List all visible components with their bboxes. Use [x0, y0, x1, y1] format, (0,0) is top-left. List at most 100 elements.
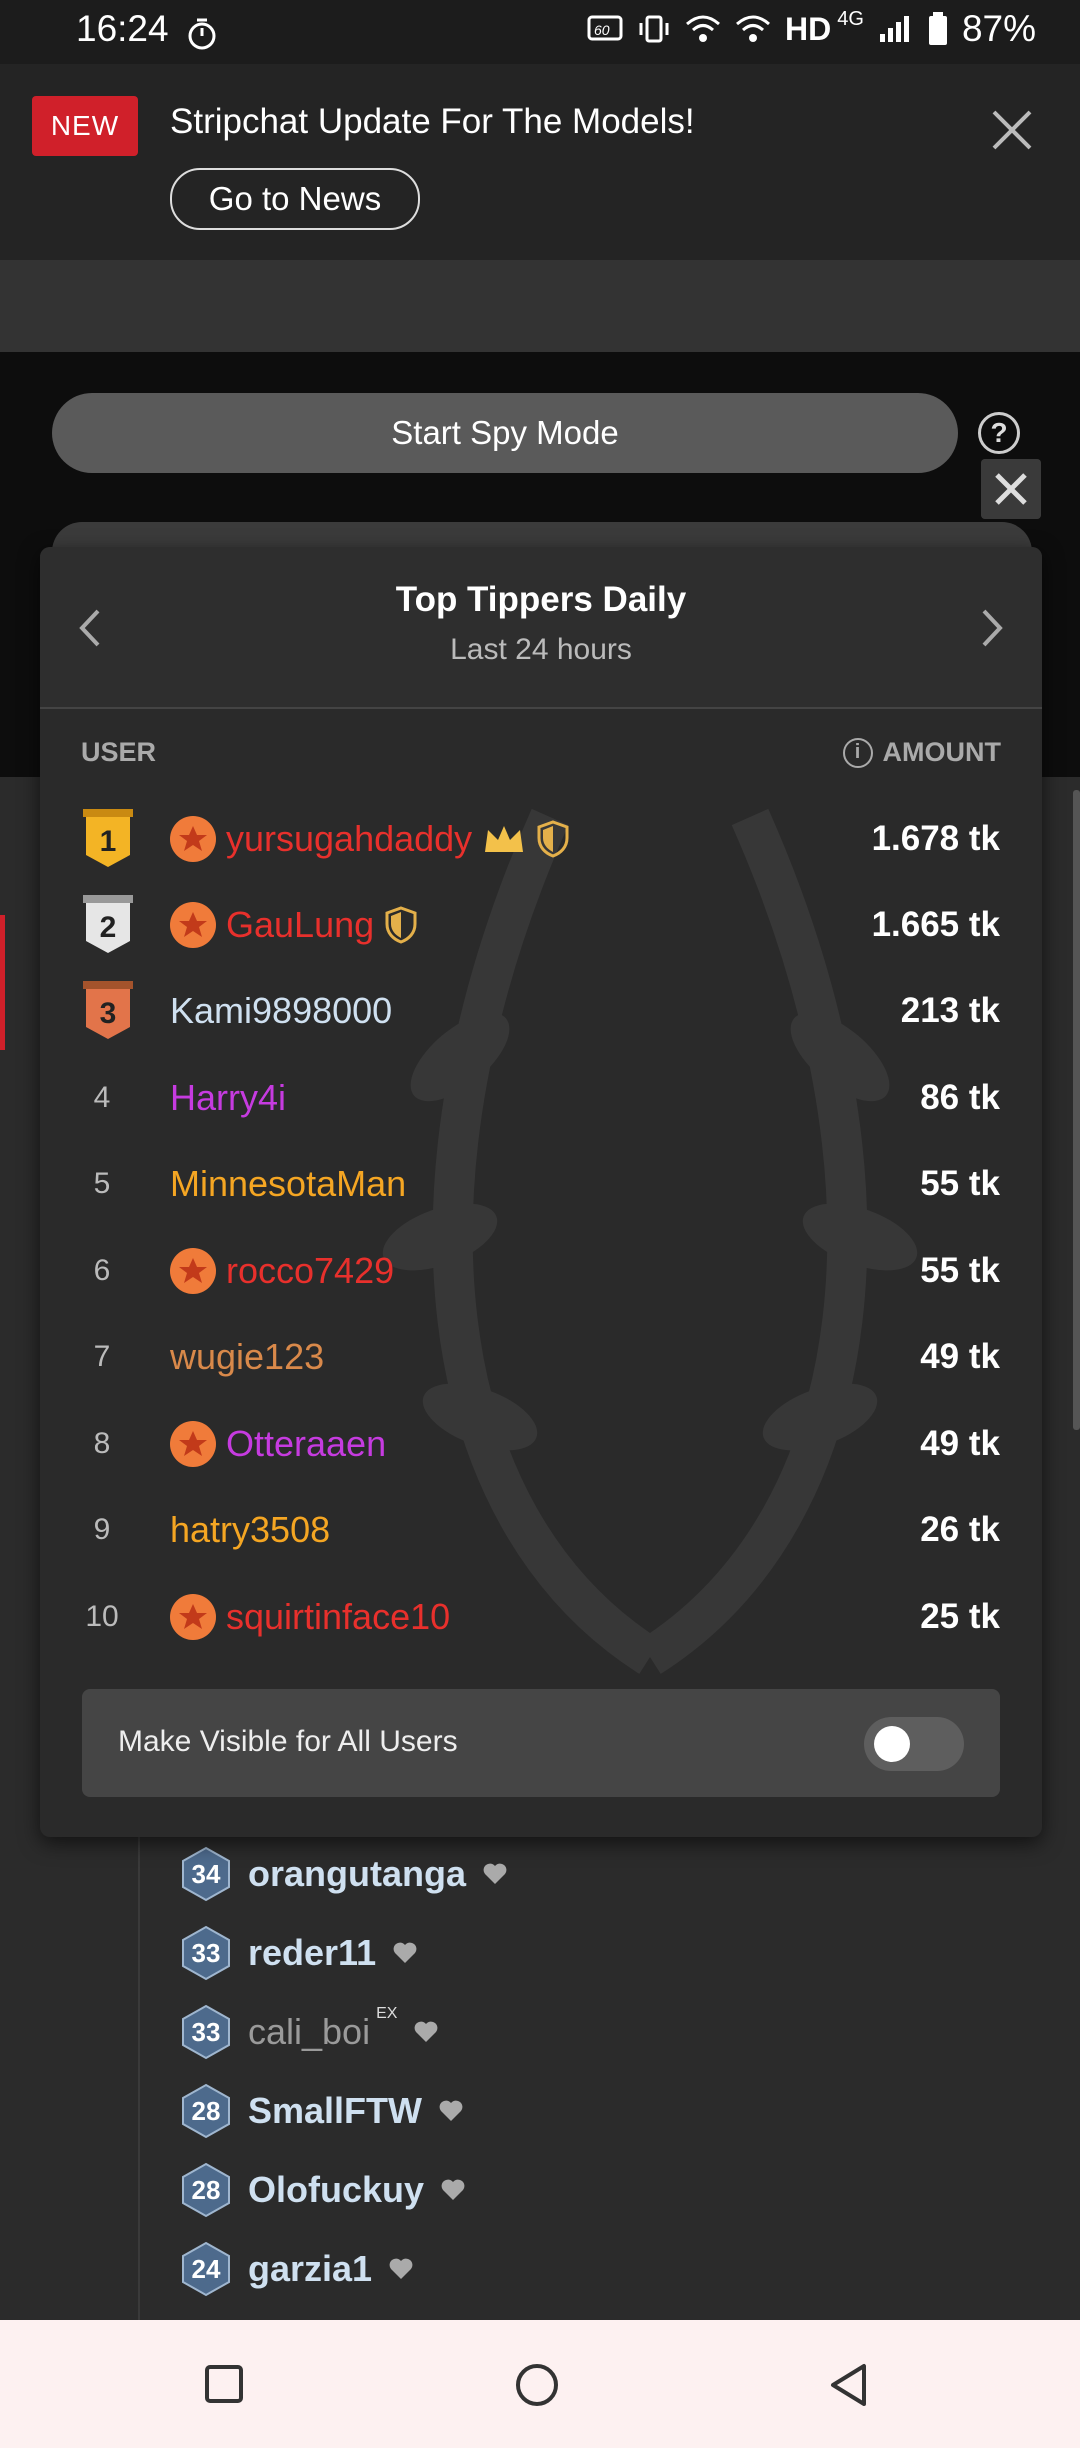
system-nav-bar: [0, 2320, 1080, 2448]
list-item[interactable]: 28 SmallFTW: [180, 2083, 464, 2139]
user-name: orangutanga: [248, 1853, 467, 1894]
rank-number: 4: [93, 1081, 111, 1114]
battery-level: 87%: [961, 8, 1036, 49]
tip-amount: 49 tk: [920, 1337, 1000, 1376]
heart-icon[interactable]: [413, 2020, 439, 2044]
star-badge-icon: [170, 816, 216, 862]
user-name: garzia1: [248, 2248, 373, 2289]
heart-icon[interactable]: [388, 2257, 414, 2281]
list-divider: [138, 1790, 140, 2330]
column-header-user: USER: [81, 737, 157, 767]
gold-medal-icon: 1: [83, 809, 133, 867]
signal-icon: [879, 16, 909, 42]
tipper-name: Kami9898000: [170, 990, 393, 1031]
list-item[interactable]: 34 orangutanga: [180, 1846, 508, 1902]
tip-amount: 213 tk: [900, 991, 1000, 1030]
help-icon[interactable]: ?: [978, 412, 1020, 454]
timer-icon: [188, 18, 216, 50]
rank-number: 9: [93, 1513, 111, 1546]
info-icon[interactable]: i: [842, 737, 873, 768]
back-icon[interactable]: [828, 2362, 870, 2408]
close-icon[interactable]: [984, 102, 1040, 158]
scrollbar[interactable]: [1073, 790, 1080, 1430]
level-badge: 28: [180, 2083, 232, 2139]
svg-text:1: 1: [100, 825, 117, 858]
tip-amount: 1.678 tk: [871, 819, 1000, 858]
star-badge-icon: [170, 902, 216, 948]
level-badge: 33: [180, 2004, 232, 2060]
battery-icon: [928, 12, 947, 45]
ex-tag: EX: [376, 2005, 398, 2022]
wifi-calling-icon: [736, 15, 771, 42]
rank-number: 6: [93, 1254, 111, 1287]
tipper-name: rocco7429: [226, 1250, 395, 1291]
list-item[interactable]: 33 reder11: [180, 1925, 418, 1981]
list-item[interactable]: 24 garzia1: [180, 2241, 414, 2297]
rank-number: 5: [93, 1167, 111, 1200]
table-row[interactable]: 6 rocco7429 55 tk: [40, 1228, 1042, 1314]
level-badge: 34: [180, 1846, 232, 1902]
popup-subtitle: Last 24 hours: [450, 633, 632, 666]
tipper-name: hatry3508: [170, 1509, 331, 1550]
heart-icon[interactable]: [482, 1862, 508, 1886]
start-spy-mode-button[interactable]: Start Spy Mode: [52, 393, 958, 473]
network-label: HD: [785, 10, 832, 47]
tip-amount: 25 tk: [920, 1597, 1000, 1636]
tipper-name: MinnesotaMan: [170, 1163, 407, 1204]
status-bar: 16:24 60 HD 4G 87%: [0, 0, 1080, 64]
popup-title: Top Tippers Daily: [395, 580, 687, 619]
list-item[interactable]: 33 cali_boi EX: [180, 2004, 439, 2060]
user-name: reder11: [248, 1932, 377, 1973]
tip-amount: 1.665 tk: [871, 905, 1000, 944]
close-popup-icon[interactable]: [981, 459, 1041, 519]
table-row[interactable]: 2 GauLung 1.665 tk: [40, 882, 1042, 968]
table-row[interactable]: 7 wugie123 49 tk: [40, 1314, 1042, 1400]
star-badge-icon: [170, 1421, 216, 1467]
status-icons: 60 HD 4G 87%: [587, 8, 1036, 50]
tipper-name: Otteraaen: [226, 1423, 387, 1464]
new-badge: NEW: [32, 96, 138, 156]
visibility-label: Make Visible for All Users: [118, 1725, 458, 1758]
home-icon[interactable]: [514, 2362, 560, 2408]
tipper-name: squirtinface10: [226, 1596, 451, 1637]
heart-icon[interactable]: [392, 1941, 418, 1965]
level-badge: 33: [180, 1925, 232, 1981]
table-row[interactable]: 10 squirtinface10 25 tk: [40, 1574, 1042, 1660]
rank-number: 7: [93, 1340, 111, 1373]
table-row[interactable]: 5 MinnesotaMan 55 tk: [40, 1141, 1042, 1227]
vibrate-icon: [639, 15, 669, 43]
shield-icon: [385, 906, 417, 944]
chevron-right-icon[interactable]: [972, 603, 1012, 653]
tip-amount: 55 tk: [920, 1251, 1000, 1290]
star-badge-icon: [170, 1594, 216, 1640]
rank-number: 8: [93, 1427, 111, 1460]
visibility-toggle[interactable]: [864, 1717, 964, 1771]
refresh-rate-icon: 60: [587, 15, 623, 41]
table-row[interactable]: 1 yursugahdaddy 1.678 tk: [40, 796, 1042, 882]
column-header-amount: i AMOUNT: [842, 737, 1001, 768]
level-badge: 24: [180, 2241, 232, 2297]
go-to-news-button[interactable]: Go to News: [170, 168, 420, 230]
table-row[interactable]: 8 Otteraaen 49 tk: [40, 1401, 1042, 1487]
tip-amount: 26 tk: [920, 1510, 1000, 1549]
tipper-name: GauLung: [226, 904, 375, 945]
heart-icon[interactable]: [440, 2178, 466, 2202]
table-row[interactable]: 9 hatry3508 26 tk: [40, 1487, 1042, 1573]
table-row[interactable]: 3 Kami9898000 213 tk: [40, 968, 1042, 1054]
top-tippers-popup: Top Tippers Daily Last 24 hours USER i A…: [40, 547, 1042, 1837]
network-type-label: 4G: [837, 7, 864, 30]
list-item[interactable]: 28 Olofuckuy: [180, 2162, 466, 2218]
shield-icon: [537, 820, 569, 858]
amount-label: AMOUNT: [882, 737, 1001, 767]
svg-text:2: 2: [100, 911, 117, 944]
wifi-icon: [686, 15, 721, 42]
table-row[interactable]: 4 Harry4i 86 tk: [40, 1055, 1042, 1141]
tip-amount: 49 tk: [920, 1424, 1000, 1463]
recents-icon[interactable]: [204, 2364, 244, 2404]
heart-icon[interactable]: [438, 2099, 464, 2123]
news-title: Stripchat Update For The Models!: [170, 102, 695, 141]
visibility-setting: Make Visible for All Users: [82, 1689, 1000, 1797]
tipper-name: wugie123: [170, 1336, 325, 1377]
rank-number: 10: [85, 1600, 119, 1633]
tip-amount: 55 tk: [920, 1164, 1000, 1203]
